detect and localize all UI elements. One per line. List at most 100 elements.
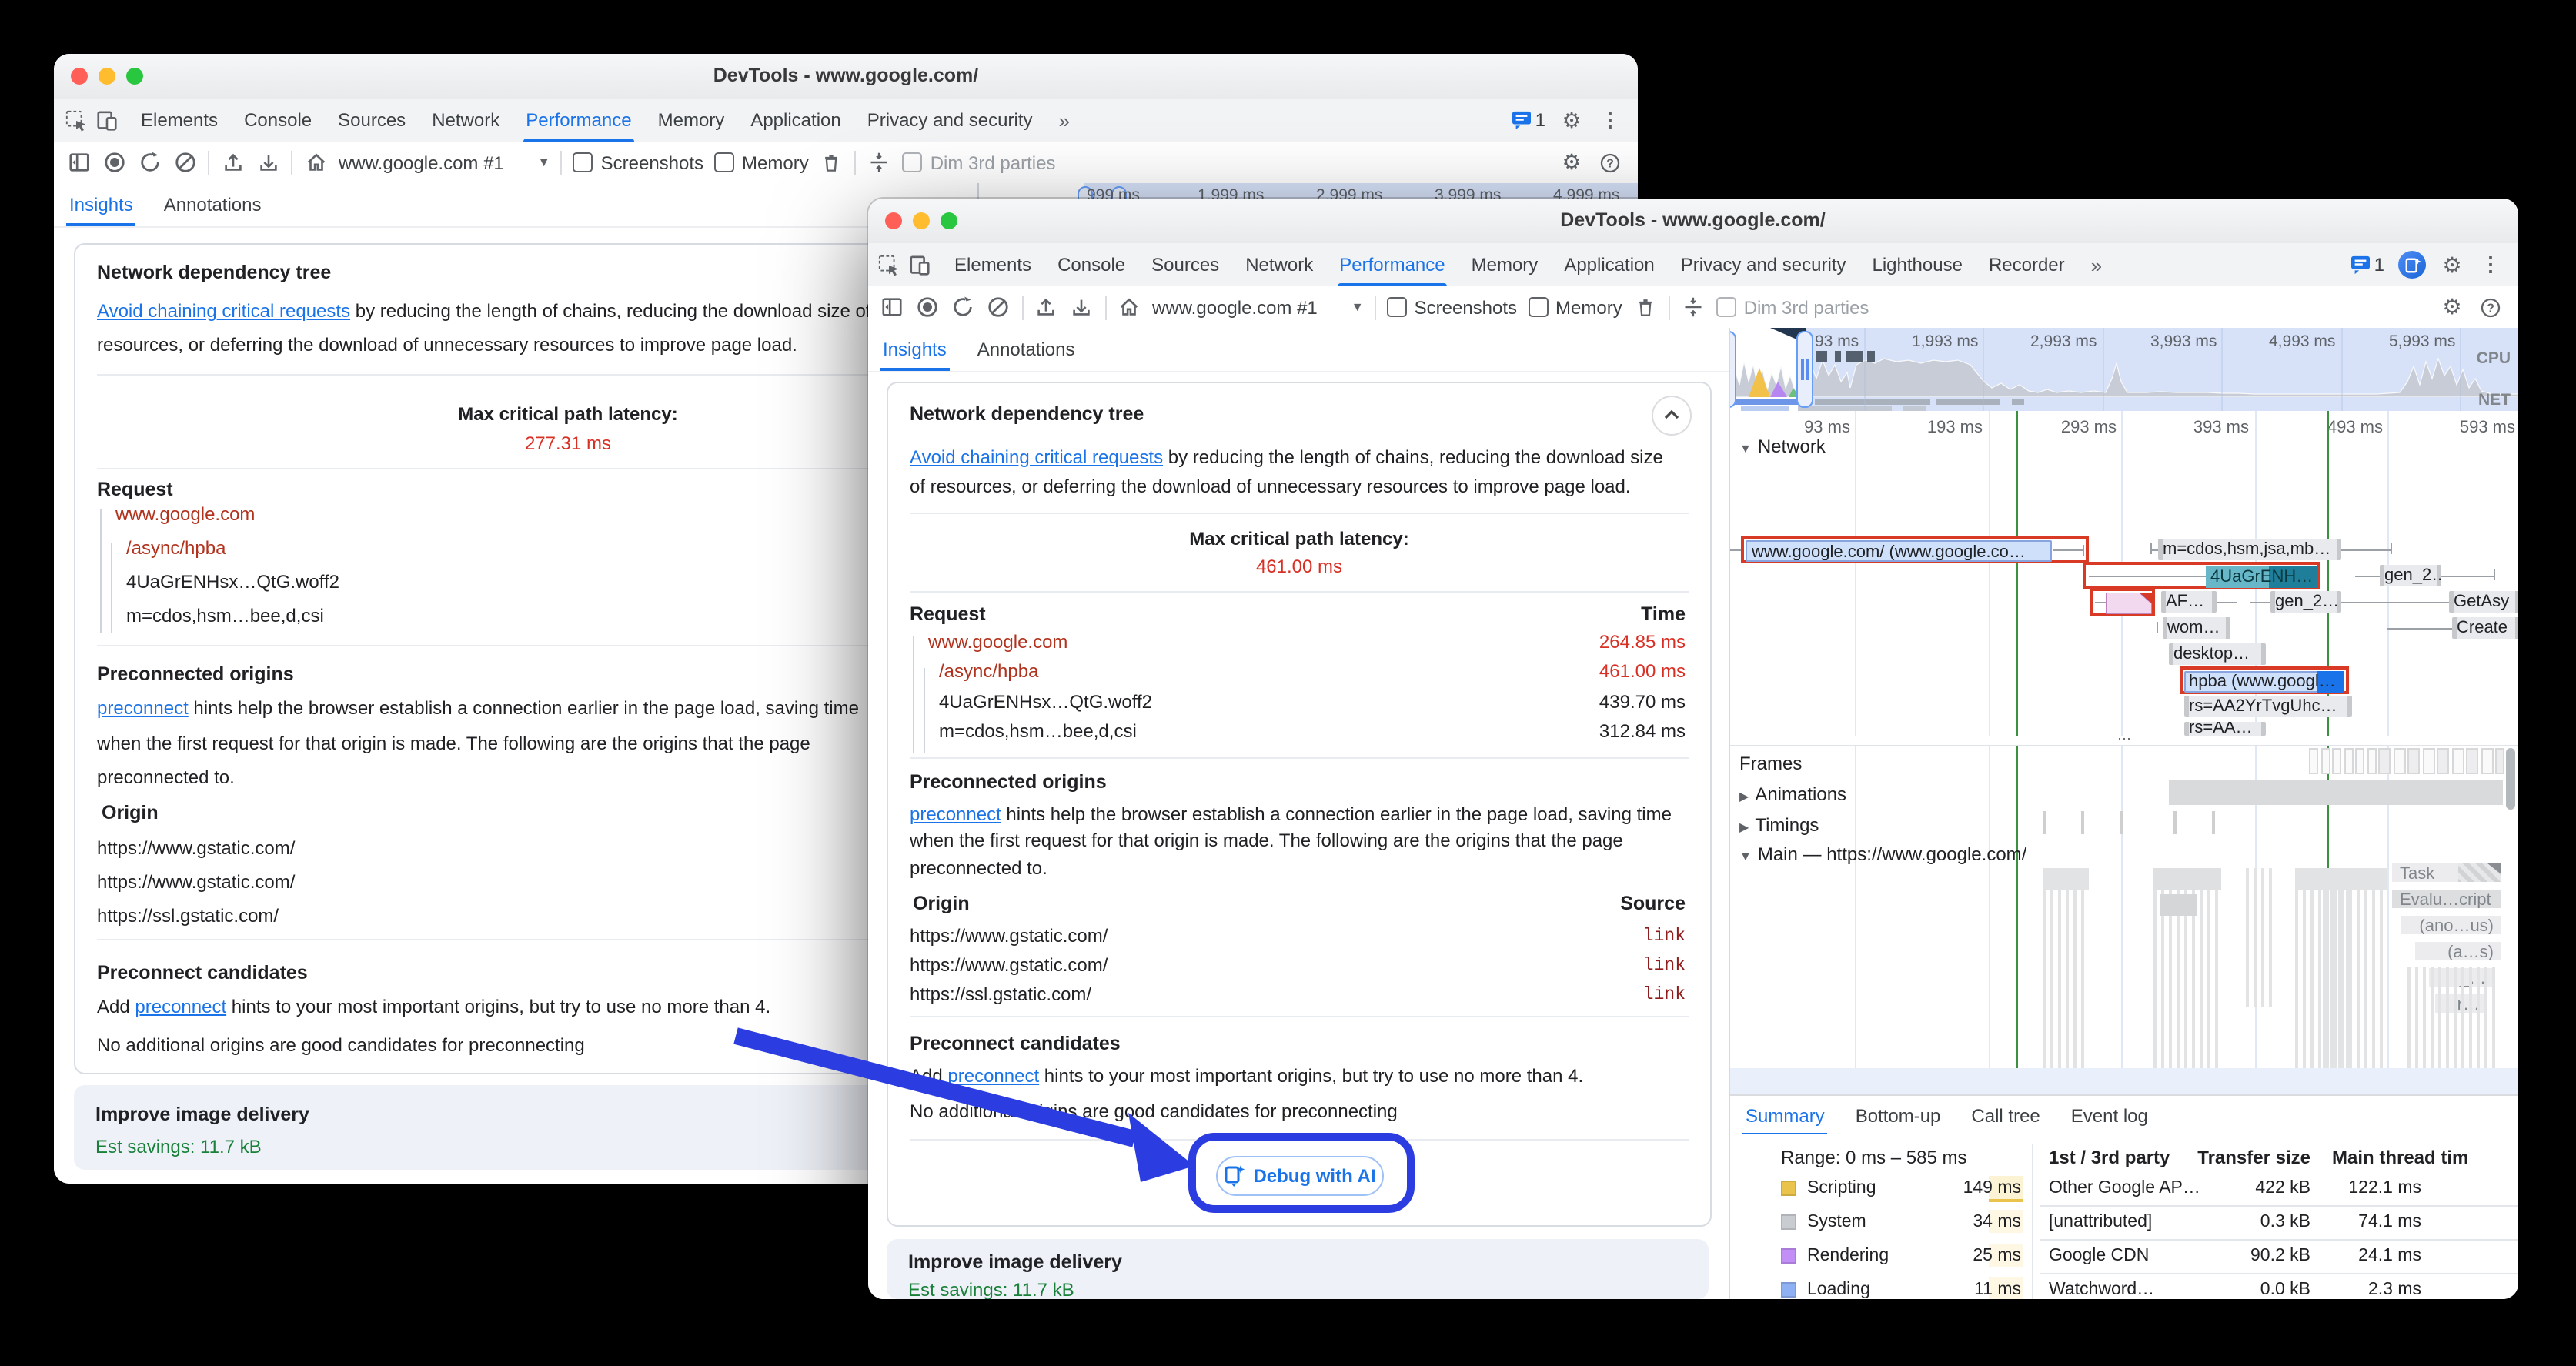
device-toolbar-icon[interactable] [907,252,932,277]
more-options-icon[interactable]: ⋮ [1598,108,1622,132]
tab-console[interactable]: Console [231,99,325,142]
help-icon[interactable]: ? [2478,295,2503,319]
clear-icon[interactable] [172,150,197,175]
tab-sources[interactable]: Sources [1138,243,1232,286]
timeline-hscroll[interactable] [1730,1068,2518,1094]
minimize-button[interactable] [99,68,115,85]
tab-sources[interactable]: Sources [325,99,419,142]
garbage-collect-icon[interactable] [1633,295,1658,319]
preconnect-link[interactable]: preconnect [97,697,189,719]
party-column-header[interactable]: 1st / 3rd party [2049,1147,2170,1168]
tab-annotations[interactable]: Annotations [962,328,1091,371]
tab-application[interactable]: Application [737,99,854,142]
network-request-bar[interactable]: desktop… [2169,643,2266,665]
request-row[interactable]: www.google.com [928,630,1067,652]
tracks-scrollbar[interactable] [2506,748,2515,810]
network-request-bar[interactable]: AF… [2161,591,2217,613]
history-dropdown[interactable]: www.google.com #1▼ [339,152,550,173]
tab-insights[interactable]: Insights [54,183,149,226]
record-icon[interactable] [102,150,126,175]
request-row[interactable]: www.google.com [115,503,255,525]
flame-anonymous-bar[interactable]: (ano…us) [2400,914,2503,936]
network-track-header[interactable]: ▼Network [1739,436,1826,457]
inspect-icon[interactable] [63,108,88,132]
preconnect-link[interactable]: preconnect [947,1064,1039,1086]
tab-performance[interactable]: Performance [513,99,644,142]
home-icon[interactable] [1117,295,1141,319]
issues-counter[interactable]: 1 [1512,109,1545,131]
flame-task-bar[interactable]: Task [2391,862,2503,883]
request-row[interactable]: /async/hpba [939,660,1038,682]
request-row[interactable]: m=cdos,hsm…bee,d,csi [939,720,1137,742]
clear-icon[interactable] [986,295,1011,319]
improve-image-delivery-card[interactable]: Improve image delivery Est savings: 11.7… [74,1085,936,1170]
tab-memory[interactable]: Memory [645,99,738,142]
network-request-bar[interactable]: 4UaGrENH… [2206,566,2317,587]
network-request-bar[interactable]: gen_2… [2270,591,2341,613]
tab-lighthouse[interactable]: Lighthouse [1859,243,1976,286]
inspect-icon[interactable] [877,252,901,277]
party-row-name[interactable]: Watchword… [2049,1281,2154,1299]
animations-track-header[interactable]: ▶Animations [1739,783,1846,805]
tab-network[interactable]: Network [419,99,513,142]
network-request-bar[interactable]: Create [2452,617,2518,639]
panel-settings-gear-icon[interactable]: ⚙ [1559,150,1584,175]
minimize-button[interactable] [912,212,929,229]
dim-3rd-parties-checkbox[interactable]: Dim 3rd parties [903,152,1056,173]
minimap-right-handle[interactable] [1796,331,1813,408]
network-request-bar[interactable]: rs=AA2YrTvgUhc… [2184,696,2352,717]
tab-performance[interactable]: Performance [1326,243,1458,286]
network-request-bar[interactable]: hpba (www.googl… [2184,670,2338,692]
memory-checkbox[interactable]: Memory [714,152,809,173]
flame-evaluate-script-bar[interactable]: Evalu…cript [2391,888,2503,910]
ai-assistance-icon[interactable] [2398,251,2426,279]
network-request-bar[interactable]: rs=AA… [2184,722,2266,736]
main-thread-track-header[interactable]: ▼Main — https://www.google.com/ [1739,843,2026,865]
settings-gear-icon[interactable]: ⚙ [1559,108,1584,132]
network-request-bar[interactable]: www.google.com/ (www.google.co… [1746,539,2052,561]
toggle-sidebar-icon[interactable] [880,295,904,319]
request-row[interactable]: /async/hpba [126,537,226,559]
collapse-insight-button[interactable] [1652,395,1692,435]
network-request-highlight[interactable] [2090,588,2155,616]
tab-event-log[interactable]: Event log [2056,1096,2163,1136]
tab-call-tree[interactable]: Call tree [1956,1096,2055,1136]
more-options-icon[interactable]: ⋮ [2478,252,2503,277]
network-request-bar[interactable]: m=cdos,hsm,jsa,mb… [2158,539,2341,560]
tab-elements[interactable]: Elements [941,243,1044,286]
upload-profile-icon[interactable] [1034,295,1058,319]
collapse-sections-icon[interactable] [1681,295,1706,319]
request-row[interactable]: 4UaGrENHsx…QtG.woff2 [126,571,339,593]
origin-source-link[interactable]: link [1643,955,1686,975]
origin-source-link[interactable]: link [1643,984,1686,1004]
more-tabs-button[interactable]: » [1046,99,1083,142]
origin-source-link[interactable]: link [1643,926,1686,946]
main-thread-time-header[interactable]: Main thread tim [2332,1147,2468,1168]
tab-annotations[interactable]: Annotations [149,183,277,226]
download-profile-icon[interactable] [1069,295,1094,319]
frames-track-header[interactable]: Frames [1739,753,1802,774]
upload-profile-icon[interactable] [220,150,245,175]
toggle-sidebar-icon[interactable] [66,150,91,175]
tab-insights[interactable]: Insights [867,328,962,371]
memory-checkbox[interactable]: Memory [1528,296,1622,318]
tab-summary[interactable]: Summary [1730,1096,1840,1136]
reload-record-icon[interactable] [137,150,162,175]
transfer-size-header[interactable]: Transfer size [2192,1147,2310,1168]
zoom-button[interactable] [940,212,957,229]
close-button[interactable] [71,68,88,85]
network-request-highlight[interactable]: www.google.com/ (www.google.co… [1741,536,2089,563]
help-icon[interactable]: ? [1598,150,1622,175]
dim-3rd-parties-checkbox[interactable]: Dim 3rd parties [1716,296,1869,318]
close-button[interactable] [884,212,901,229]
party-row-name[interactable]: Google CDN [2049,1247,2149,1265]
debug-with-ai-button[interactable]: Debug with AI [1216,1155,1384,1195]
tab-application[interactable]: Application [1551,243,1667,286]
network-request-bar[interactable]: GetAsy [2449,591,2518,613]
tab-recorder[interactable]: Recorder [1976,243,2078,286]
panel-settings-gear-icon[interactable]: ⚙ [2440,295,2464,319]
improve-image-delivery-card[interactable]: Improve image delivery Est savings: 11.7… [887,1239,1709,1299]
network-request-bar[interactable]: gen_2… [2380,565,2441,586]
flame-bar[interactable]: (a…s) [2414,940,2503,962]
record-icon[interactable] [915,295,940,319]
